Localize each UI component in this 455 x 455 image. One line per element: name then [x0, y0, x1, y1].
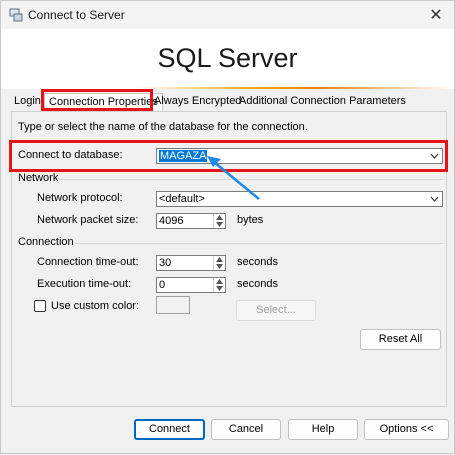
spin-down-icon[interactable]: [216, 264, 223, 269]
execution-timeout-label: Execution time-out:: [37, 278, 132, 290]
connection-timeout-label: Connection time-out:: [37, 256, 139, 268]
options-button[interactable]: Options <<: [364, 419, 449, 440]
banner: SQL Server: [1, 29, 454, 89]
spin-down-icon[interactable]: [216, 286, 223, 291]
connect-button[interactable]: Connect: [134, 419, 205, 440]
connection-timeout-spinner[interactable]: 30: [156, 255, 226, 271]
close-button[interactable]: ✕: [418, 1, 454, 29]
server-icon: [9, 8, 23, 22]
help-button[interactable]: Help: [288, 419, 358, 440]
execution-timeout-spinner[interactable]: 0: [156, 277, 226, 293]
close-icon: ✕: [429, 7, 443, 24]
connection-group-divider: [75, 243, 443, 244]
title-bar: Connect to Server ✕: [1, 1, 454, 29]
use-custom-color-checkbox[interactable]: [34, 300, 46, 312]
network-packet-size-value: 4096: [159, 215, 184, 227]
chevron-down-icon[interactable]: [430, 152, 439, 160]
tab-always-encrypted[interactable]: Always Encrypted: [154, 93, 241, 111]
execution-timeout-unit: seconds: [237, 278, 278, 290]
connection-timeout-value: 30: [159, 257, 172, 269]
network-group-divider: [59, 179, 443, 180]
tab-additional-connection-parameters[interactable]: Additional Connection Parameters: [239, 93, 406, 111]
network-group-label: Network: [18, 172, 59, 184]
window-title: Connect to Server: [28, 8, 125, 22]
spin-up-icon[interactable]: [216, 215, 223, 220]
connect-database-combo[interactable]: MAGAZA: [156, 148, 443, 164]
custom-color-swatch: [156, 296, 190, 314]
chevron-down-icon[interactable]: [430, 195, 439, 203]
connection-group-label: Connection: [18, 236, 74, 248]
tab-highlight-box: [41, 89, 153, 111]
connect-to-server-dialog: Connect to Server ✕ SQL Server Login Con…: [0, 0, 455, 454]
instructions-text: Type or select the name of the database …: [18, 121, 308, 133]
connection-timeout-unit: seconds: [237, 256, 278, 268]
network-packet-size-unit: bytes: [237, 214, 264, 226]
network-packet-size-label: Network packet size:: [37, 214, 139, 226]
network-protocol-label: Network protocol:: [37, 192, 123, 204]
network-packet-size-spinner[interactable]: 4096: [156, 213, 226, 229]
banner-title: SQL Server: [157, 43, 298, 73]
connect-database-label: Connect to database:: [18, 149, 123, 161]
network-protocol-combo[interactable]: <default>: [156, 191, 443, 207]
network-protocol-value: <default>: [159, 193, 205, 205]
use-custom-color-label[interactable]: Use custom color:: [51, 300, 139, 312]
reset-all-button[interactable]: Reset All: [360, 329, 441, 350]
cancel-button[interactable]: Cancel: [211, 419, 281, 440]
connect-database-value: MAGAZA: [159, 150, 208, 162]
spin-down-icon[interactable]: [216, 222, 223, 227]
spin-up-icon[interactable]: [216, 279, 223, 284]
tab-login[interactable]: Login: [14, 93, 41, 111]
execution-timeout-value: 0: [159, 279, 166, 291]
select-color-button[interactable]: Select...: [236, 300, 316, 321]
spin-up-icon[interactable]: [216, 257, 223, 262]
